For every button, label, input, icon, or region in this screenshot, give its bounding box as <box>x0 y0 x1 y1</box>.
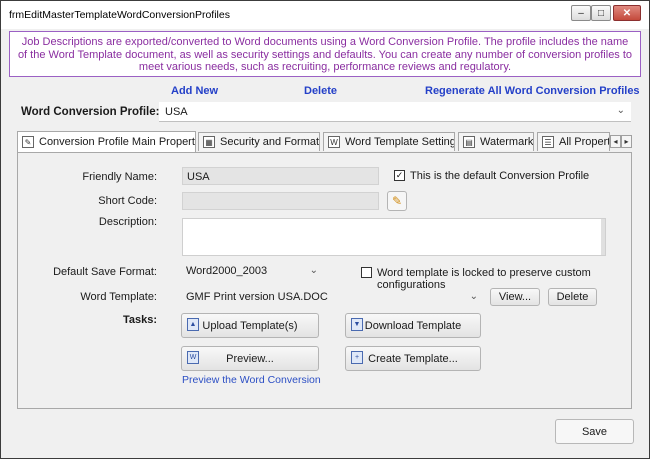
short-code-label: Short Code: <box>98 195 157 207</box>
add-new-link[interactable]: Add New <box>171 85 218 97</box>
tasks-label: Tasks: <box>122 314 157 326</box>
title-bar: frmEditMasterTemplateWordConversionProfi… <box>1 1 649 29</box>
view-template-button[interactable]: View... <box>490 288 540 306</box>
save-format-dropdown[interactable]: Word2000_2003 ⌄ <box>182 262 322 280</box>
save-format-value: Word2000_2003 <box>186 265 268 277</box>
pencil-icon: ✎ <box>391 194 403 208</box>
maximize-button[interactable]: □ <box>591 5 611 21</box>
friendly-name-label: Friendly Name: <box>82 171 157 183</box>
preview-button[interactable]: W Preview... <box>181 346 319 371</box>
friendly-name-field[interactable]: USA <box>182 167 379 185</box>
properties-icon: ✎ <box>22 136 34 148</box>
word-document-icon: W <box>187 351 199 364</box>
profile-select-value: USA <box>165 106 188 118</box>
tab-label: Security and Formats <box>220 136 320 148</box>
tab-label: Word Template Settings <box>345 136 455 148</box>
delete-button-label: Delete <box>556 291 589 303</box>
chevron-left-icon: ◂ <box>613 137 618 146</box>
create-button-label: Create Template... <box>368 352 458 365</box>
upload-icon: ▲ <box>187 318 199 331</box>
create-template-button[interactable]: + Create Template... <box>345 346 481 371</box>
tab-scroll-right-button[interactable]: ▸ <box>621 135 632 148</box>
description-scrollbar[interactable] <box>601 219 605 255</box>
delete-link[interactable]: Delete <box>304 85 337 97</box>
default-profile-label: This is the default Conversion Profile <box>410 170 590 182</box>
view-button-label: View... <box>498 291 532 303</box>
download-icon: ▼ <box>351 318 363 331</box>
upload-template-button[interactable]: ▲ Upload Template(s) <box>181 313 319 338</box>
delete-template-button[interactable]: Delete <box>548 288 597 306</box>
description-textarea[interactable] <box>182 218 606 256</box>
tab-label: Watermark <box>480 136 534 148</box>
maximize-icon: □ <box>591 5 611 21</box>
default-profile-checkbox[interactable]: ✓ <box>394 170 405 181</box>
short-code-field[interactable] <box>182 192 379 210</box>
tab-word-template-settings[interactable]: W Word Template Settings <box>323 132 455 151</box>
main-window: frmEditMasterTemplateWordConversionProfi… <box>0 0 650 459</box>
default-save-format-label: Default Save Format: <box>53 266 157 278</box>
tab-all-properties[interactable]: ☰ All Propert <box>537 132 610 151</box>
tab-label: Conversion Profile Main Properties <box>39 136 196 148</box>
word-template-icon: W <box>328 136 340 148</box>
all-properties-icon: ☰ <box>542 136 554 148</box>
profile-select[interactable]: USA ⌄ <box>159 102 631 122</box>
friendly-name-value: USA <box>187 171 210 183</box>
watermark-icon: ▤ <box>463 136 475 148</box>
edit-short-code-button[interactable]: ✎ <box>387 191 407 211</box>
tab-scroll-left-button[interactable]: ◂ <box>610 135 621 148</box>
close-icon: ✕ <box>613 5 641 21</box>
save-button[interactable]: Save <box>555 419 634 444</box>
download-template-button[interactable]: ▼ Download Template <box>345 313 481 338</box>
profile-label: Word Conversion Profile: <box>21 106 160 118</box>
chevron-down-icon: ⌄ <box>616 105 625 116</box>
upload-button-label: Upload Template(s) <box>202 319 298 332</box>
template-locked-checkbox[interactable] <box>361 267 372 278</box>
close-button[interactable]: ✕ <box>613 5 641 21</box>
tab-strip: ✎ Conversion Profile Main Properties ▦ S… <box>17 131 633 152</box>
word-template-value: GMF Print version USA.DOC <box>186 291 328 303</box>
window-title: frmEditMasterTemplateWordConversionProfi… <box>9 9 230 21</box>
tab-security-formats[interactable]: ▦ Security and Formats <box>198 132 320 151</box>
preview-button-label: Preview... <box>226 352 274 365</box>
info-banner: Job Descriptions are exported/converted … <box>9 31 641 77</box>
minimize-button[interactable]: – <box>571 5 591 21</box>
word-template-label: Word Template: <box>80 291 157 303</box>
download-button-label: Download Template <box>364 319 462 332</box>
preview-conversion-link[interactable]: Preview the Word Conversion <box>182 374 321 386</box>
chevron-down-icon: ⌄ <box>309 265 318 276</box>
save-button-label: Save <box>581 425 608 438</box>
tab-main-properties[interactable]: ✎ Conversion Profile Main Properties <box>17 131 196 152</box>
create-template-icon: + <box>351 351 363 364</box>
chevron-down-icon: ⌄ <box>469 291 478 302</box>
chevron-right-icon: ▸ <box>624 137 629 146</box>
minimize-icon: – <box>571 5 591 21</box>
description-label: Description: <box>98 216 157 228</box>
word-template-dropdown[interactable]: GMF Print version USA.DOC ⌄ <box>182 288 482 306</box>
tab-label: All Propert <box>559 136 610 148</box>
regenerate-link[interactable]: Regenerate All Word Conversion Profiles <box>425 85 640 97</box>
security-icon: ▦ <box>203 136 215 148</box>
tab-watermark[interactable]: ▤ Watermark <box>458 132 534 151</box>
